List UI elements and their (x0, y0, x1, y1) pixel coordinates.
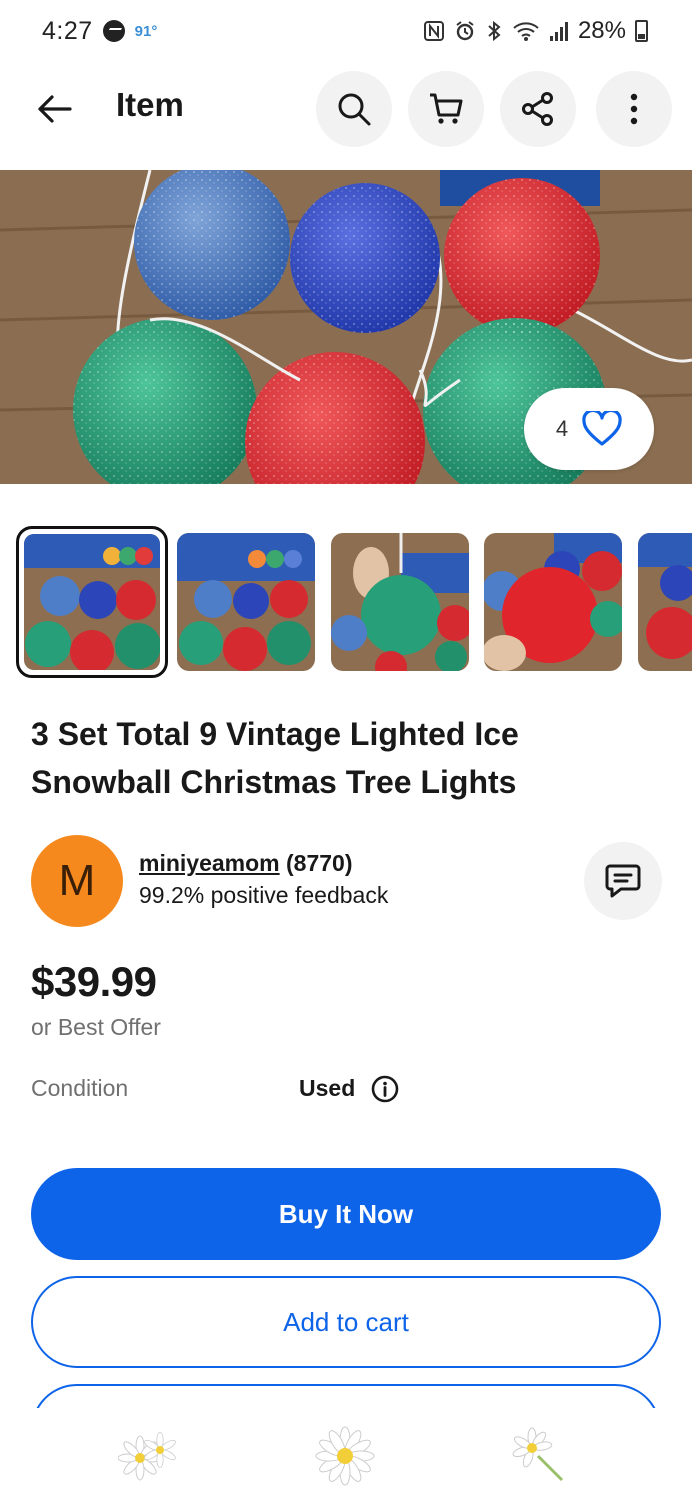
temperature: 91° (134, 22, 158, 40)
thumbnail-1[interactable] (16, 526, 168, 678)
thumbnail-2[interactable] (177, 533, 315, 671)
thumbnail-1-image (24, 534, 160, 670)
battery-percent: 28% (577, 17, 626, 44)
partial-action-button[interactable] (31, 1384, 661, 1408)
message-icon (605, 864, 641, 898)
share-icon (522, 92, 553, 126)
seller-avatar-letter: M (58, 856, 96, 905)
watch-count: 4 (555, 416, 569, 441)
header: Item (0, 70, 692, 148)
condition-value: Used (299, 1075, 356, 1101)
messenger-icon (102, 20, 125, 42)
cart-icon (430, 93, 463, 124)
back-button[interactable] (30, 88, 78, 130)
nav-back-button[interactable] (508, 1426, 572, 1486)
seller-feedback: 99.2% positive feedback (139, 882, 389, 908)
wifi-icon (513, 22, 539, 41)
nfc-icon (423, 21, 444, 41)
bluetooth-icon (488, 20, 501, 42)
seller-avatar[interactable]: M (31, 835, 123, 927)
status-right: 28% (423, 17, 648, 45)
status-time: 4:27 (42, 16, 93, 45)
heart-icon (582, 411, 622, 446)
thumbnail-2-image (177, 533, 315, 671)
page-title: Item (116, 86, 184, 123)
status-bar: 4:27 91° 28% (0, 0, 692, 62)
more-options-button[interactable] (596, 71, 672, 147)
item-photo[interactable]: 4 (0, 170, 692, 484)
search-icon (338, 93, 371, 126)
item-title: 3 Set Total 9 Vintage Lighted Ice Snowba… (31, 716, 519, 800)
alarm-icon (456, 21, 474, 41)
best-offer-text: or Best Offer (31, 1014, 161, 1040)
seller-name-line: miniyeamom (8770) (139, 850, 352, 877)
info-icon[interactable] (371, 1075, 399, 1103)
thumbnail-4-image (484, 533, 622, 671)
thumbnail-5-image (638, 533, 692, 671)
back-arrow-icon (38, 95, 72, 123)
message-seller-button[interactable] (584, 842, 662, 920)
thumbnail-strip (16, 526, 692, 678)
status-left: 4:27 91° (42, 17, 157, 46)
watch-button[interactable]: 4 (524, 388, 654, 470)
seller-feedback-count: (8770) (286, 850, 353, 876)
buy-it-now-label: Buy It Now (278, 1198, 414, 1229)
thumbnail-3-image (331, 533, 469, 671)
buy-it-now-button[interactable]: Buy It Now (31, 1168, 661, 1260)
seller-name-link[interactable]: miniyeamom (139, 850, 280, 876)
more-vertical-icon (630, 93, 638, 125)
nav-recent-button[interactable] (118, 1426, 182, 1486)
thumbnail-3[interactable] (331, 533, 469, 671)
daisy-back-icon (512, 1427, 564, 1482)
daisy-recent-icon (118, 1431, 176, 1481)
thumbnail-4[interactable] (484, 533, 622, 671)
condition-label: Condition (31, 1075, 129, 1101)
item-price: $39.99 (31, 958, 157, 1005)
nav-home-button[interactable] (313, 1426, 377, 1486)
cart-button[interactable] (408, 71, 484, 147)
search-button[interactable] (316, 71, 392, 147)
signal-icon (549, 22, 568, 41)
thumbnail-5[interactable] (638, 533, 692, 671)
navigation-bar (0, 1408, 692, 1500)
battery-icon (635, 20, 648, 42)
add-to-cart-button[interactable]: Add to cart (31, 1276, 661, 1368)
daisy-home-icon (315, 1426, 375, 1486)
partial-action-button-clip (31, 1384, 661, 1408)
share-button[interactable] (500, 71, 576, 147)
add-to-cart-label: Add to cart (283, 1306, 409, 1337)
